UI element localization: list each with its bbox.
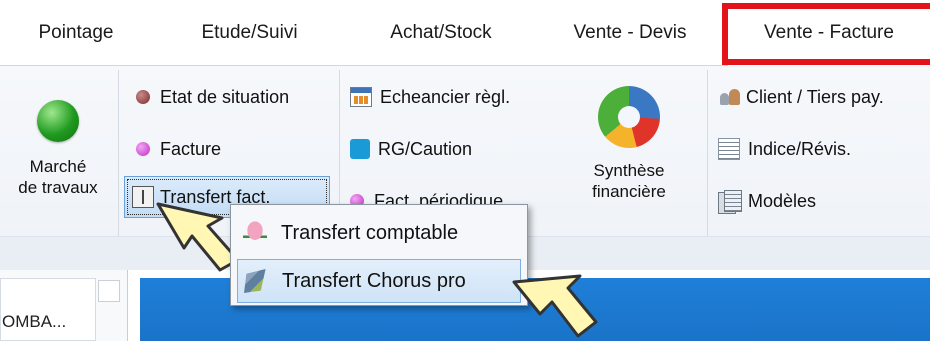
client-tiers-button[interactable]: Client / Tiers pay. xyxy=(718,82,884,112)
menu-item-transfert-chorus-pro[interactable]: Transfert Chorus pro xyxy=(237,259,521,303)
tab-achat-stock[interactable]: Achat/Stock xyxy=(347,0,535,66)
modeles-button[interactable]: Modèles xyxy=(718,186,816,216)
menu-item-transfert-comptable[interactable]: Transfert comptable xyxy=(237,211,521,255)
pink-dot-icon xyxy=(136,142,150,156)
echeancier-button[interactable]: Echeancier règl. xyxy=(350,82,510,112)
group-separator xyxy=(707,70,708,256)
tulip-icon xyxy=(243,221,267,245)
menu-item-label: Transfert Chorus pro xyxy=(282,269,466,292)
facture-label: Facture xyxy=(160,138,222,159)
rg-caution-button[interactable]: RG/Caution xyxy=(350,134,472,164)
synthese-financiere-button[interactable]: Synthèse financière xyxy=(564,86,694,202)
marche-travaux-button[interactable]: Marché de travaux xyxy=(6,90,110,198)
pie-chart-icon xyxy=(598,86,660,148)
chorus-icon xyxy=(244,269,266,293)
synthese-label-2: financière xyxy=(592,182,666,201)
ribbon-tab-bar: Pointage Etude/Suivi Achat/Stock Vente -… xyxy=(0,0,930,66)
dark-dot-icon xyxy=(136,90,150,104)
group-separator xyxy=(118,70,119,256)
marche-label-1: Marché xyxy=(29,157,87,176)
calendar-icon xyxy=(350,87,372,107)
etat-situation-label: Etat de situation xyxy=(160,86,290,107)
menu-item-label: Transfert comptable xyxy=(281,221,459,244)
marche-label-2: de travaux xyxy=(18,178,98,197)
tab-etude-suivi[interactable]: Etude/Suivi xyxy=(152,0,347,66)
indice-revis-button[interactable]: Indice/Révis. xyxy=(718,134,851,164)
synthese-label-1: Synthèse xyxy=(593,161,665,180)
indice-revis-label: Indice/Révis. xyxy=(748,138,852,159)
people-icon xyxy=(718,87,742,107)
rg-caution-label: RG/Caution xyxy=(378,138,473,159)
client-tiers-label: Client / Tiers pay. xyxy=(746,86,884,107)
transfer-icon xyxy=(132,186,154,208)
tab-vente-devis[interactable]: Vente - Devis xyxy=(535,0,725,66)
scrollbar-button[interactable] xyxy=(98,280,120,302)
transfert-popup-menu: Transfert comptable Transfert Chorus pro xyxy=(230,204,528,306)
tab-pointage[interactable]: Pointage xyxy=(0,0,152,66)
blue-square-icon xyxy=(350,139,370,159)
echeancier-label: Echeancier règl. xyxy=(380,86,511,107)
etat-situation-button[interactable]: Etat de situation xyxy=(136,82,289,112)
document-lines-icon xyxy=(718,138,740,160)
documents-icon xyxy=(718,190,742,214)
facture-button[interactable]: Facture xyxy=(136,134,221,164)
left-list-item[interactable]: OMBA... xyxy=(2,312,66,332)
green-status-icon xyxy=(37,100,79,142)
modeles-label: Modèles xyxy=(748,190,817,211)
tab-vente-facture[interactable]: Vente - Facture xyxy=(728,0,930,66)
